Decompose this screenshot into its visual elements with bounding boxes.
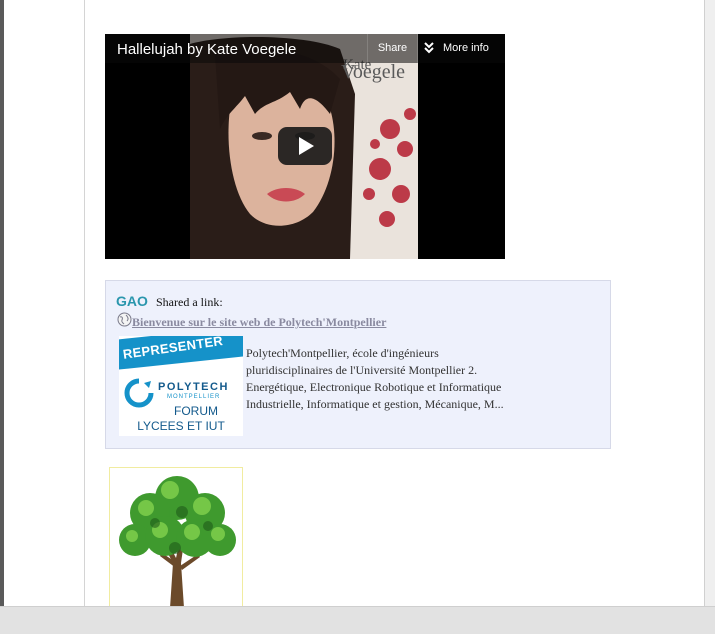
thumbnail-brand-sub: MONTPELLIER bbox=[167, 394, 221, 400]
video-title[interactable]: Hallelujah by Kate Voegele bbox=[117, 41, 296, 58]
tree-image[interactable] bbox=[109, 467, 243, 609]
link-thumbnail[interactable]: REPRESENTER POLYTECH MONTPELLIER FORUM L… bbox=[119, 336, 243, 436]
thumbnail-brand: POLYTECH bbox=[158, 381, 229, 393]
vertical-scrollbar[interactable] bbox=[704, 0, 715, 606]
thumbnail-line-2: LYCEES ET IUT bbox=[137, 419, 225, 433]
shared-link-title[interactable]: Bienvenue sur le site web de Polytech'Mo… bbox=[132, 315, 386, 330]
video-more-info-button[interactable]: More info bbox=[421, 34, 505, 63]
chevron-double-down-icon bbox=[424, 42, 434, 54]
post-author-link[interactable]: GAO bbox=[116, 293, 148, 309]
status-bar bbox=[0, 606, 715, 634]
shared-link-post: GAO Shared a link: Bienvenue sur le site… bbox=[105, 280, 611, 449]
video-share-button[interactable]: Share bbox=[367, 34, 418, 63]
thumbnail-line-1: FORUM bbox=[174, 404, 218, 418]
column-divider bbox=[84, 0, 85, 606]
svg-text:Voegele: Voegele bbox=[341, 61, 405, 83]
more-info-label: More info bbox=[443, 42, 489, 54]
tree-illustration bbox=[119, 476, 236, 608]
video-player[interactable]: Kate Voegele Hallelujah by Kate Voegele … bbox=[105, 34, 505, 259]
play-icon[interactable] bbox=[278, 127, 332, 165]
link-description: Polytech'Montpellier, école d'ingénieurs… bbox=[246, 346, 504, 411]
globe-icon bbox=[117, 312, 132, 327]
post-action-text: Shared a link: bbox=[156, 295, 223, 309]
